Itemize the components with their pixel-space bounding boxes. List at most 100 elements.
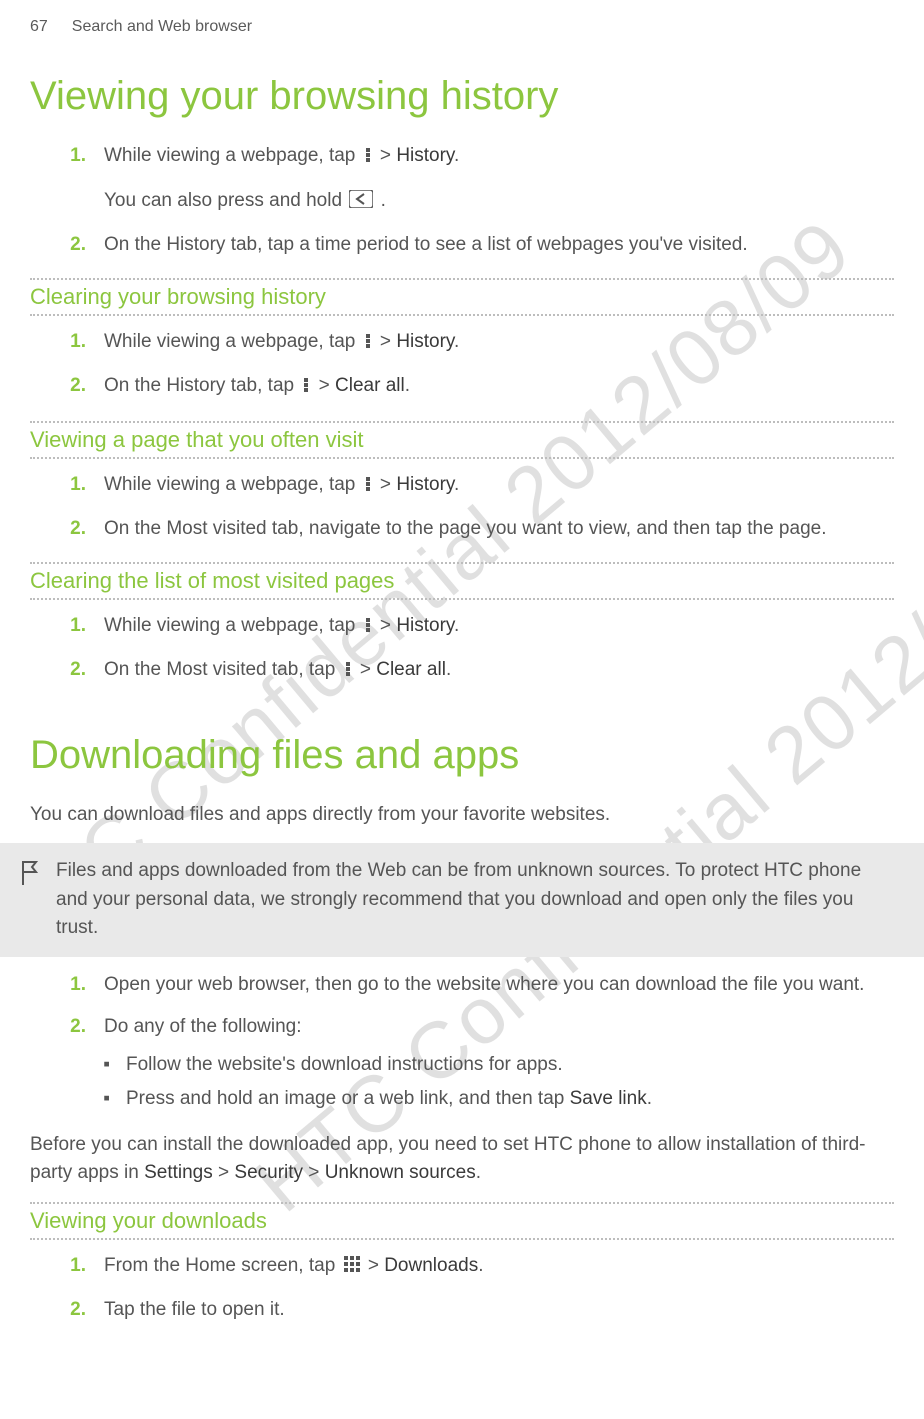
step-number: 2. xyxy=(56,1296,86,1325)
text: > xyxy=(213,1162,235,1183)
text: You can also press and hold xyxy=(104,190,347,211)
step-body: On the History tab, tap a time period to… xyxy=(104,231,894,260)
step-number: 2. xyxy=(56,656,86,687)
page-number: 67 xyxy=(30,18,48,36)
heading-downloading: Downloading files and apps xyxy=(30,731,894,779)
action-save-link: Save link xyxy=(570,1088,647,1109)
action-history: History xyxy=(396,474,454,495)
step-number: 2. xyxy=(56,372,86,403)
steps-section1a: 1. While viewing a webpage, tap > Histor… xyxy=(30,328,894,403)
step-body: On the Most visited tab, tap > Clear all… xyxy=(104,656,894,687)
text: . xyxy=(405,375,410,396)
intro-paragraph: You can download files and apps directly… xyxy=(30,801,894,830)
text: . xyxy=(446,659,451,680)
overflow-menu-icon xyxy=(363,473,373,502)
text: While viewing a webpage, tap xyxy=(104,145,361,166)
bullet-list: ▪ Follow the website's download instructi… xyxy=(30,1052,894,1113)
text: From the Home screen, tap xyxy=(104,1255,341,1276)
text: . xyxy=(478,1255,483,1276)
heading-viewing-history: Viewing your browsing history xyxy=(30,72,894,120)
text: On the Most visited tab, tap xyxy=(104,659,341,680)
path-settings: Settings xyxy=(144,1162,213,1183)
note-text: Files and apps downloaded from the Web c… xyxy=(56,857,894,943)
bullet-text: Press and hold an image or a web link, a… xyxy=(126,1086,652,1113)
page-header: 67 Search and Web browser xyxy=(30,0,894,36)
text: While viewing a webpage, tap xyxy=(104,474,361,495)
step-body: While viewing a webpage, tap > History. … xyxy=(104,142,894,217)
steps-section1: 1. While viewing a webpage, tap > Histor… xyxy=(30,142,894,260)
overflow-menu-icon xyxy=(363,614,373,643)
step-body: While viewing a webpage, tap > History. xyxy=(104,612,894,643)
overflow-menu-icon xyxy=(301,374,311,403)
overflow-menu-icon xyxy=(363,144,373,173)
divider xyxy=(30,278,894,280)
text: . xyxy=(647,1088,652,1109)
back-button-icon xyxy=(349,189,373,218)
divider xyxy=(30,1202,894,1204)
text: While viewing a webpage, tap xyxy=(104,331,361,352)
text: On the History tab, tap xyxy=(104,375,299,396)
text: > xyxy=(375,331,397,352)
closing-paragraph: Before you can install the downloaded ap… xyxy=(30,1131,894,1188)
action-clear-all: Clear all xyxy=(376,659,446,680)
step-number: 2. xyxy=(56,515,86,544)
heading-clearing-history: Clearing your browsing history xyxy=(30,284,894,310)
step-body: Open your web browser, then go to the we… xyxy=(104,971,894,1000)
divider xyxy=(30,1238,894,1240)
text: > xyxy=(363,1255,385,1276)
text: > xyxy=(375,615,397,636)
text: . xyxy=(454,145,459,166)
step-body: Tap the file to open it. xyxy=(104,1296,894,1325)
steps-section1b: 1. While viewing a webpage, tap > Histor… xyxy=(30,471,894,544)
heading-clearing-most-visited: Clearing the list of most visited pages xyxy=(30,568,894,594)
step-number: 1. xyxy=(56,471,86,502)
text: . xyxy=(476,1162,481,1183)
text: . xyxy=(454,331,459,352)
divider xyxy=(30,598,894,600)
divider xyxy=(30,314,894,316)
action-history: History xyxy=(396,615,454,636)
overflow-menu-icon xyxy=(363,330,373,359)
step-body: While viewing a webpage, tap > History. xyxy=(104,471,894,502)
steps-section2: 1. Open your web browser, then go to the… xyxy=(30,971,894,1113)
action-downloads: Downloads xyxy=(384,1255,478,1276)
step-body: Do any of the following: xyxy=(104,1013,894,1042)
flag-icon xyxy=(18,859,40,943)
divider xyxy=(30,562,894,564)
overflow-menu-icon xyxy=(343,658,353,687)
chapter-title: Search and Web browser xyxy=(72,18,252,36)
caution-note: Files and apps downloaded from the Web c… xyxy=(0,843,924,957)
step-body: From the Home screen, tap > Downloads. xyxy=(104,1252,894,1283)
text: > xyxy=(355,659,377,680)
text: > xyxy=(303,1162,325,1183)
text: > xyxy=(375,474,397,495)
step-number: 1. xyxy=(56,612,86,643)
text: . xyxy=(375,190,386,211)
step-number: 1. xyxy=(56,971,86,1000)
step-number: 1. xyxy=(56,328,86,359)
bullet-text: Follow the website's download instructio… xyxy=(126,1052,563,1079)
steps-section1c: 1. While viewing a webpage, tap > Histor… xyxy=(30,612,894,687)
heading-viewing-downloads: Viewing your downloads xyxy=(30,1208,894,1234)
path-security: Security xyxy=(234,1162,303,1183)
step-number: 1. xyxy=(56,142,86,217)
step-number: 1. xyxy=(56,1252,86,1283)
text: . xyxy=(454,474,459,495)
apps-grid-icon xyxy=(343,1254,361,1283)
text: > xyxy=(375,145,397,166)
text: . xyxy=(454,615,459,636)
bullet-icon: ▪ xyxy=(92,1052,110,1079)
step-body: On the Most visited tab, navigate to the… xyxy=(104,515,894,544)
text: While viewing a webpage, tap xyxy=(104,615,361,636)
step-body: While viewing a webpage, tap > History. xyxy=(104,328,894,359)
heading-often-visit: Viewing a page that you often visit xyxy=(30,427,894,453)
text: Press and hold an image or a web link, a… xyxy=(126,1088,570,1109)
action-history: History xyxy=(396,331,454,352)
divider xyxy=(30,457,894,459)
text: > xyxy=(313,375,335,396)
action-history: History xyxy=(396,145,454,166)
step-number: 2. xyxy=(56,231,86,260)
action-clear-all: Clear all xyxy=(335,375,405,396)
step-number: 2. xyxy=(56,1013,86,1042)
path-unknown-sources: Unknown sources xyxy=(325,1162,476,1183)
